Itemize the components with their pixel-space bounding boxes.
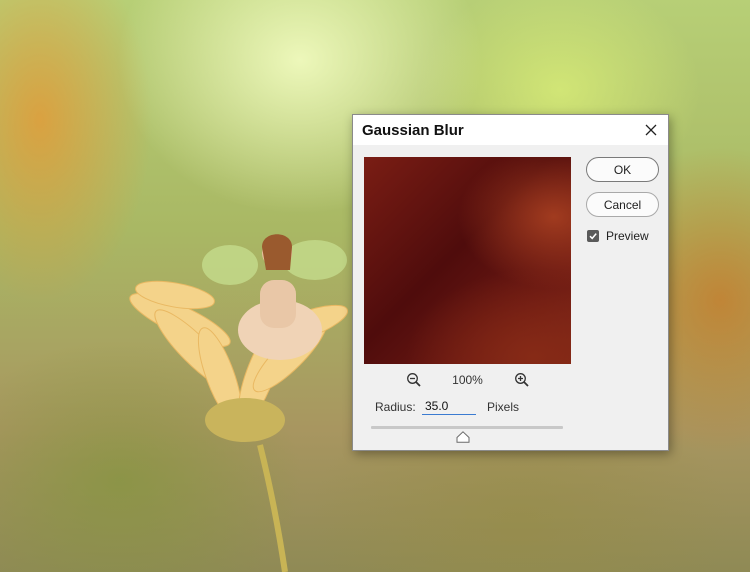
zoom-in-icon[interactable] xyxy=(514,372,530,393)
close-icon[interactable] xyxy=(638,118,664,142)
radius-slider-track[interactable] xyxy=(371,426,563,429)
checkmark-icon[interactable] xyxy=(587,230,599,242)
ok-button[interactable]: OK xyxy=(586,157,659,182)
preview-checkbox[interactable]: Preview xyxy=(587,229,649,243)
preview-label: Preview xyxy=(606,229,649,243)
slider-thumb-icon[interactable] xyxy=(456,430,470,443)
radius-label: Radius: xyxy=(375,400,416,414)
dialog-titlebar[interactable]: Gaussian Blur xyxy=(353,115,668,145)
radius-input[interactable] xyxy=(422,397,476,415)
blur-preview-area[interactable] xyxy=(364,157,571,364)
zoom-level: 100% xyxy=(452,373,483,387)
zoom-controls: 100% xyxy=(364,370,571,390)
gaussian-blur-dialog: Gaussian Blur 100% Radius: Pixels xyxy=(352,114,669,451)
fairy-on-flower-artwork xyxy=(129,234,349,572)
dialog-title: Gaussian Blur xyxy=(362,122,464,139)
radius-units-label: Pixels xyxy=(487,400,520,414)
cancel-button[interactable]: Cancel xyxy=(586,192,659,217)
